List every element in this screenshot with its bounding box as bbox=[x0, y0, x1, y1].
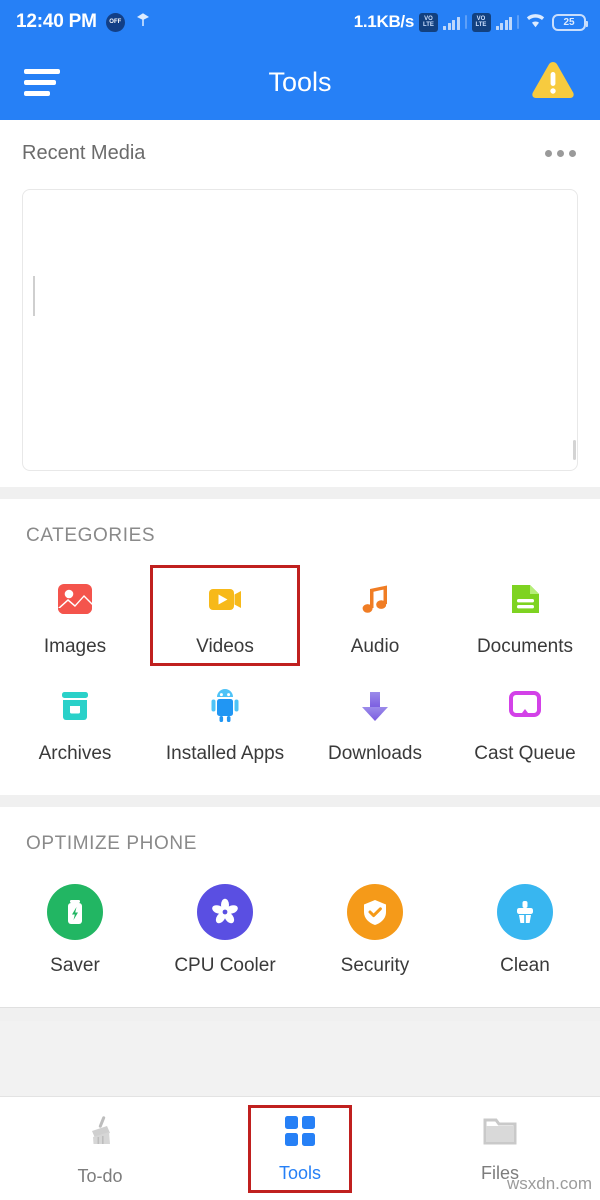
clean-brush-icon bbox=[497, 883, 553, 941]
recent-media-section: Recent Media bbox=[0, 120, 600, 471]
category-label: Images bbox=[43, 636, 107, 657]
phone-screen: 12:40 PM OFF 1.1KB/s VO LTE VO LTE 25 To… bbox=[0, 0, 600, 1200]
section-gap-1 bbox=[0, 487, 600, 499]
tools-highlight-box bbox=[248, 1105, 352, 1193]
status-divider bbox=[464, 15, 467, 29]
wifi-icon bbox=[524, 11, 547, 34]
optimize-clean[interactable]: Clean bbox=[450, 873, 600, 985]
category-label: Videos bbox=[196, 636, 254, 657]
section-gap-2 bbox=[0, 795, 600, 807]
files-folder-icon bbox=[481, 1114, 519, 1153]
warning-triangle-icon[interactable] bbox=[530, 59, 576, 106]
dnd-icon: OFF bbox=[105, 12, 125, 32]
category-downloads[interactable]: Downloads bbox=[300, 672, 450, 773]
nav-item-todo[interactable]: To-do bbox=[0, 1097, 200, 1200]
archives-icon bbox=[53, 682, 97, 730]
optimize-phone-title: OPTIMIZE PHONE bbox=[26, 833, 197, 854]
downloads-icon bbox=[353, 682, 397, 730]
category-label: Cast Queue bbox=[474, 743, 576, 764]
category-installed-apps[interactable]: Installed Apps bbox=[150, 672, 300, 773]
audio-icon bbox=[353, 575, 397, 623]
status-bar-right: 1.1KB/s VO LTE VO LTE 25 bbox=[353, 11, 588, 34]
more-options-icon[interactable] bbox=[543, 144, 578, 163]
volte-sim2-bottom: LTE bbox=[475, 22, 487, 28]
recent-media-header: Recent Media bbox=[22, 142, 578, 165]
media-scrollbar[interactable] bbox=[573, 440, 576, 460]
category-label: Installed Apps bbox=[165, 743, 285, 764]
signal-sim2-icon bbox=[495, 15, 512, 30]
category-documents[interactable]: Documents bbox=[450, 565, 600, 666]
category-label: Documents bbox=[476, 636, 574, 657]
nav-label: To-do bbox=[77, 1165, 123, 1186]
watermark: wsxdn.com bbox=[506, 1174, 592, 1193]
volte-sim1-icon: VO LTE bbox=[419, 12, 438, 32]
dnd-label: OFF bbox=[109, 19, 122, 25]
status-bar-left: 12:40 PM OFF bbox=[16, 11, 152, 34]
battery-saver-icon bbox=[47, 883, 103, 941]
cast-queue-icon bbox=[503, 682, 547, 730]
optimize-label: Saver bbox=[50, 955, 100, 976]
optimize-saver[interactable]: Saver bbox=[0, 873, 150, 985]
category-cast-queue[interactable]: Cast Queue bbox=[450, 672, 600, 773]
installed-apps-icon bbox=[203, 682, 247, 730]
optimize-label: Clean bbox=[500, 955, 550, 976]
category-audio[interactable]: Audio bbox=[300, 565, 450, 666]
categories-section: CATEGORIES Images Videos Audio Documents… bbox=[0, 499, 600, 795]
categories-grid: Images Videos Audio Documents Archives I… bbox=[0, 565, 600, 773]
todo-broom-icon bbox=[80, 1111, 120, 1156]
recent-media-title: Recent Media bbox=[22, 142, 146, 164]
network-speed: 1.1KB/s bbox=[353, 12, 415, 31]
status-time: 12:40 PM bbox=[16, 11, 97, 32]
volte-sim2-icon: VO LTE bbox=[471, 12, 491, 32]
location-icon bbox=[134, 11, 152, 34]
optimize-phone-grid: Saver CPU Cooler Security Clean bbox=[0, 873, 600, 985]
images-icon bbox=[53, 575, 97, 623]
cpu-cooler-fan-icon bbox=[197, 883, 253, 941]
signal-sim1-icon bbox=[443, 15, 460, 30]
security-shield-icon bbox=[347, 883, 403, 941]
app-bar: Tools bbox=[0, 44, 600, 120]
nav-item-tools[interactable]: Tools bbox=[200, 1097, 400, 1200]
recent-media-list[interactable] bbox=[22, 189, 578, 471]
optimize-phone-section: OPTIMIZE PHONE Saver CPU Cooler Security… bbox=[0, 807, 600, 1007]
media-placeholder bbox=[33, 276, 35, 316]
bottom-navigation: To-do Tools Files wsxdn.com bbox=[0, 1096, 600, 1200]
hamburger-menu-icon[interactable] bbox=[24, 68, 62, 96]
category-archives[interactable]: Archives bbox=[0, 672, 150, 773]
volte-sim1-bottom: LTE bbox=[423, 22, 434, 28]
battery-level: 25 bbox=[563, 16, 575, 28]
videos-icon bbox=[203, 575, 247, 623]
optimize-label: CPU Cooler bbox=[174, 955, 276, 976]
status-divider-2 bbox=[517, 15, 519, 29]
documents-icon bbox=[503, 575, 547, 623]
status-bar: 12:40 PM OFF 1.1KB/s VO LTE VO LTE 25 bbox=[0, 0, 600, 44]
optimize-security[interactable]: Security bbox=[300, 873, 450, 985]
categories-title: CATEGORIES bbox=[26, 525, 156, 546]
recent-media-spacer bbox=[0, 471, 600, 487]
main-content: Recent Media CATEGORIES Images Videos Au… bbox=[0, 120, 600, 1021]
optimize-label: Security bbox=[340, 955, 410, 976]
category-label: Downloads bbox=[328, 743, 422, 764]
category-images[interactable]: Images bbox=[0, 565, 150, 666]
category-label: Archives bbox=[38, 743, 112, 764]
category-label: Audio bbox=[350, 636, 400, 657]
section-gap-3 bbox=[0, 1007, 600, 1021]
page-title: Tools bbox=[268, 66, 332, 97]
battery-icon: 25 bbox=[552, 13, 588, 31]
optimize-cpu-cooler[interactable]: CPU Cooler bbox=[150, 873, 300, 985]
category-videos[interactable]: Videos bbox=[150, 565, 300, 666]
